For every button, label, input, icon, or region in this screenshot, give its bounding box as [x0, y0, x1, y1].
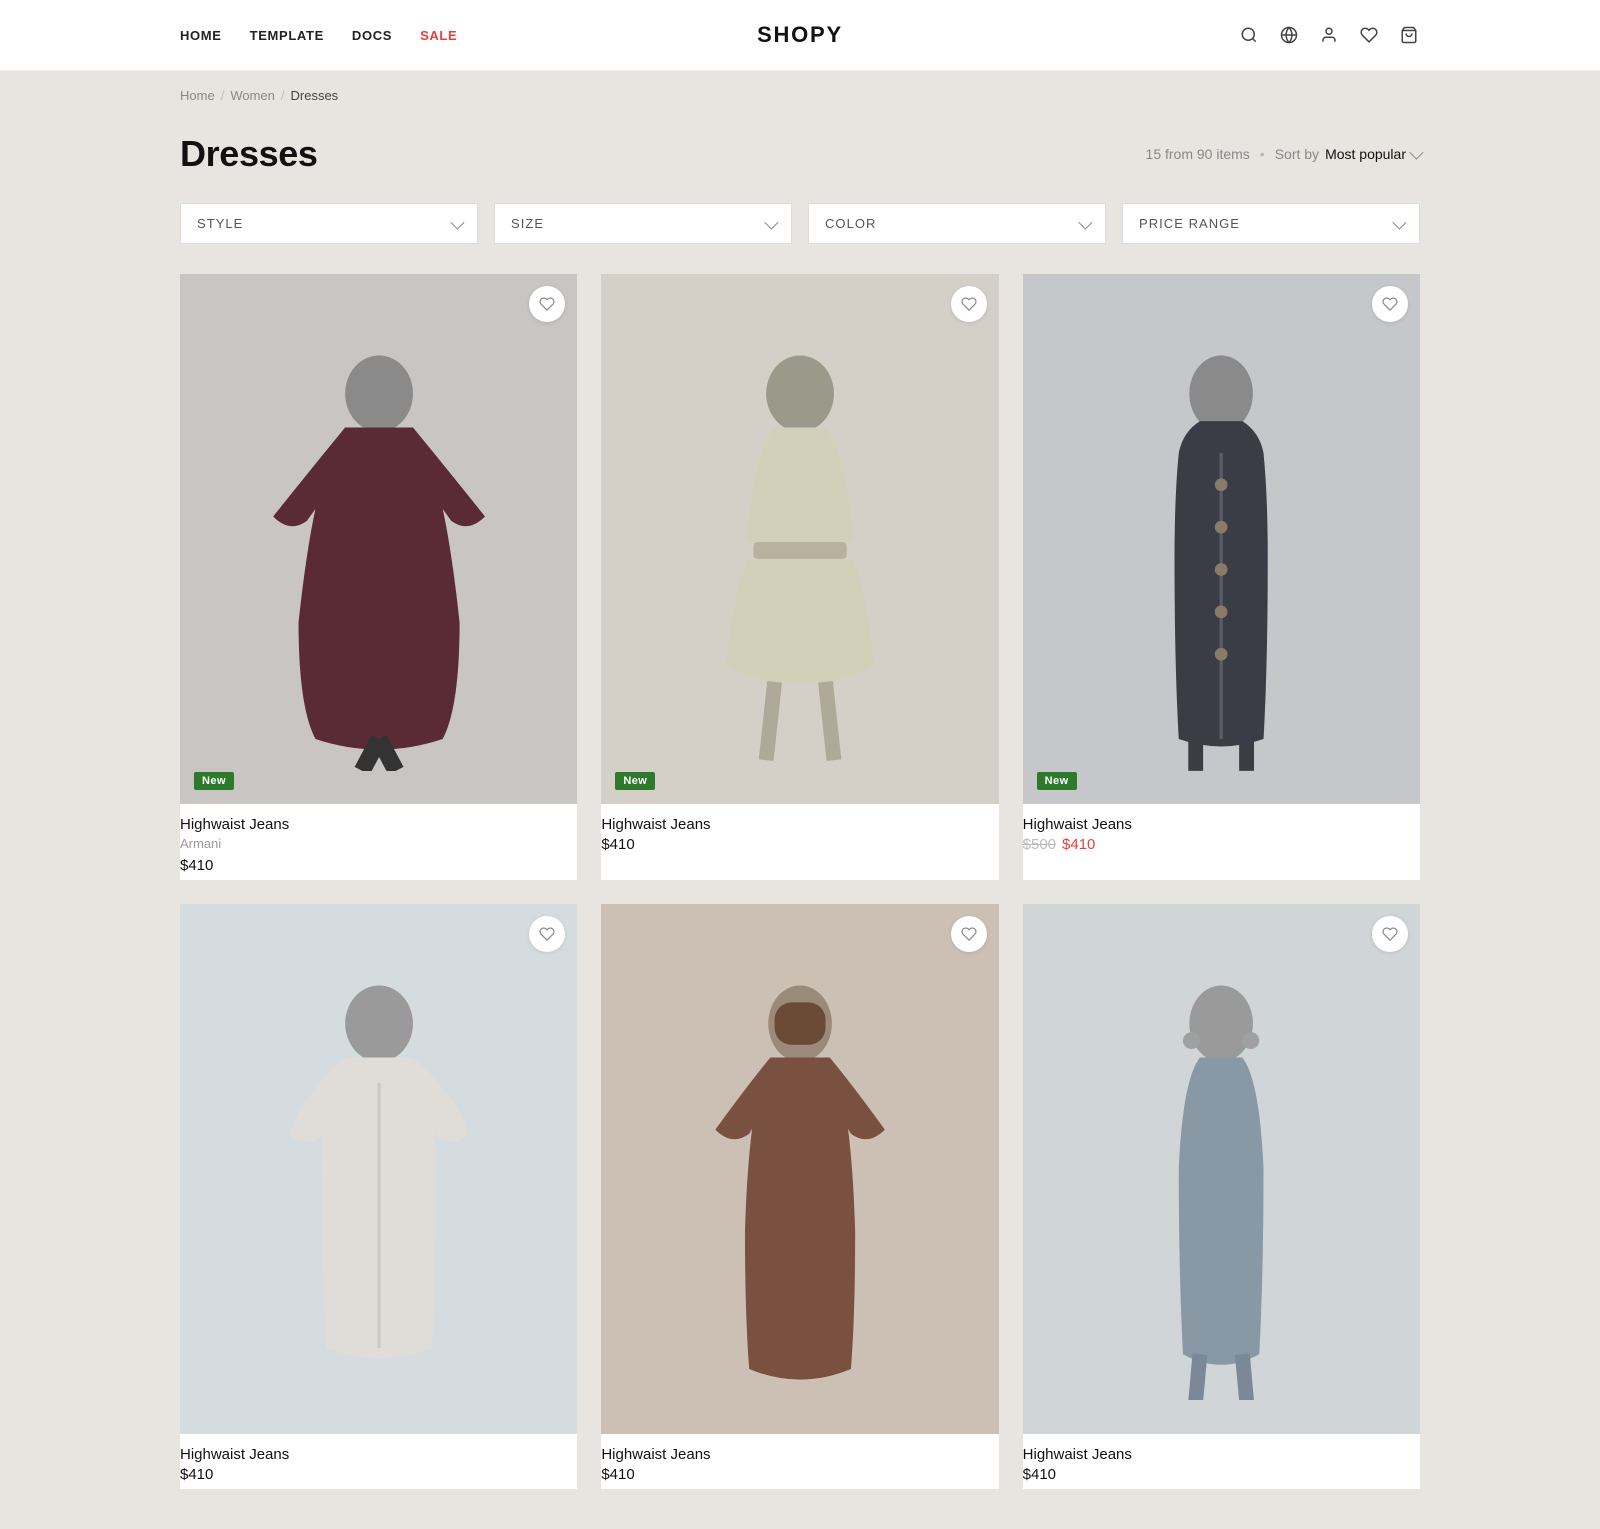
breadcrumb-sep-1: / [221, 88, 225, 103]
nav-docs[interactable]: DOCS [352, 28, 392, 43]
badge-new: New [615, 772, 655, 790]
main-nav: HOME TEMPLATE DOCS SALE [180, 28, 457, 43]
filter-price-chevron [1392, 215, 1406, 229]
dot-separator: • [1260, 146, 1265, 162]
product-name: Highwaist Jeans [180, 1446, 577, 1463]
product-name: Highwaist Jeans [601, 816, 998, 833]
nav-template[interactable]: TEMPLATE [250, 28, 324, 43]
product-price-value: $410 [180, 857, 213, 874]
product-image: New [1023, 274, 1420, 804]
product-name: Highwaist Jeans [180, 816, 577, 833]
sort-by-label: Sort by [1275, 146, 1319, 162]
breadcrumb-women[interactable]: Women [230, 88, 275, 103]
breadcrumb-current: Dresses [291, 88, 339, 103]
main-content: Dresses 15 from 90 items • Sort by Most … [160, 103, 1440, 1529]
search-icon[interactable] [1238, 24, 1260, 46]
product-card-5[interactable]: Highwaist Jeans $410 [601, 904, 998, 1489]
filter-size[interactable]: SIZE [494, 203, 792, 244]
product-info: Highwaist Jeans $410 [601, 804, 998, 859]
site-logo[interactable]: SHOPY [757, 22, 843, 48]
filters-row: STYLE SIZE COLOR PRICE RANGE [180, 203, 1420, 244]
page-header-row: Dresses 15 from 90 items • Sort by Most … [180, 133, 1420, 175]
filter-color-chevron [1078, 215, 1092, 229]
nav-icons [1238, 24, 1420, 46]
page-title: Dresses [180, 133, 318, 175]
product-brand: Armani [180, 836, 577, 851]
sort-info: 15 from 90 items • Sort by Most popular [1146, 146, 1420, 162]
filter-style-label: STYLE [197, 216, 243, 231]
product-price-value: $410 [1023, 1466, 1056, 1483]
filter-style[interactable]: STYLE [180, 203, 478, 244]
product-wishlist-button[interactable] [529, 916, 565, 952]
product-card-3[interactable]: New Highwaist Jeans $500 $410 [1023, 274, 1420, 880]
sale-price: $410 [1062, 836, 1095, 853]
sort-by-button[interactable]: Sort by Most popular [1275, 146, 1420, 162]
filter-price-range[interactable]: PRICE RANGE [1122, 203, 1420, 244]
badge-new: New [1037, 772, 1077, 790]
product-card-4[interactable]: Highwaist Jeans $410 [180, 904, 577, 1489]
original-price: $500 [1023, 836, 1056, 853]
product-price: $410 [180, 1466, 577, 1483]
product-name: Highwaist Jeans [1023, 816, 1420, 833]
filter-color[interactable]: COLOR [808, 203, 1106, 244]
product-price: $410 [601, 1466, 998, 1483]
nav-home[interactable]: HOME [180, 28, 222, 43]
product-name: Highwaist Jeans [601, 1446, 998, 1463]
product-image: New [180, 274, 577, 804]
product-wishlist-button[interactable] [1372, 286, 1408, 322]
breadcrumb-sep-2: / [281, 88, 285, 103]
product-price: $410 [601, 836, 998, 853]
product-image: New [601, 274, 998, 804]
product-image [1023, 904, 1420, 1434]
product-price: $410 [1023, 1466, 1420, 1483]
product-card-6[interactable]: Highwaist Jeans $410 [1023, 904, 1420, 1489]
product-info: Highwaist Jeans $410 [1023, 1434, 1420, 1489]
product-wishlist-button[interactable] [1372, 916, 1408, 952]
product-price-value: $410 [180, 1466, 213, 1483]
product-price-value: $410 [601, 1466, 634, 1483]
product-card-1[interactable]: New Highwaist Jeans Armani $410 [180, 274, 577, 880]
filter-style-chevron [450, 215, 464, 229]
sort-chevron-icon [1409, 146, 1423, 160]
product-name: Highwaist Jeans [1023, 1446, 1420, 1463]
filter-size-label: SIZE [511, 216, 544, 231]
wishlist-icon[interactable] [1358, 24, 1380, 46]
user-icon[interactable] [1318, 24, 1340, 46]
product-image [180, 904, 577, 1434]
breadcrumb: Home / Women / Dresses [160, 88, 1440, 103]
products-grid: New Highwaist Jeans Armani $410 New [180, 274, 1420, 1489]
product-price: $410 [180, 857, 577, 874]
product-price: $500 $410 [1023, 836, 1420, 853]
product-info: Highwaist Jeans $500 $410 [1023, 804, 1420, 859]
filter-size-chevron [764, 215, 778, 229]
product-wishlist-button[interactable] [951, 916, 987, 952]
product-info: Highwaist Jeans $410 [180, 1434, 577, 1489]
product-card-2[interactable]: New Highwaist Jeans $410 [601, 274, 998, 880]
nav-sale[interactable]: SALE [420, 28, 457, 43]
site-header: HOME TEMPLATE DOCS SALE SHOPY [0, 0, 1600, 71]
cart-icon[interactable] [1398, 24, 1420, 46]
product-price-value: $410 [601, 836, 634, 853]
product-info: Highwaist Jeans $410 [601, 1434, 998, 1489]
product-image [601, 904, 998, 1434]
globe-icon[interactable] [1278, 24, 1300, 46]
sort-by-value: Most popular [1325, 146, 1406, 162]
breadcrumb-home[interactable]: Home [180, 88, 215, 103]
badge-new: New [194, 772, 234, 790]
product-wishlist-button[interactable] [951, 286, 987, 322]
filter-price-label: PRICE RANGE [1139, 216, 1240, 231]
item-count: 15 from 90 items [1146, 146, 1250, 162]
product-info: Highwaist Jeans Armani $410 [180, 804, 577, 880]
filter-color-label: COLOR [825, 216, 876, 231]
